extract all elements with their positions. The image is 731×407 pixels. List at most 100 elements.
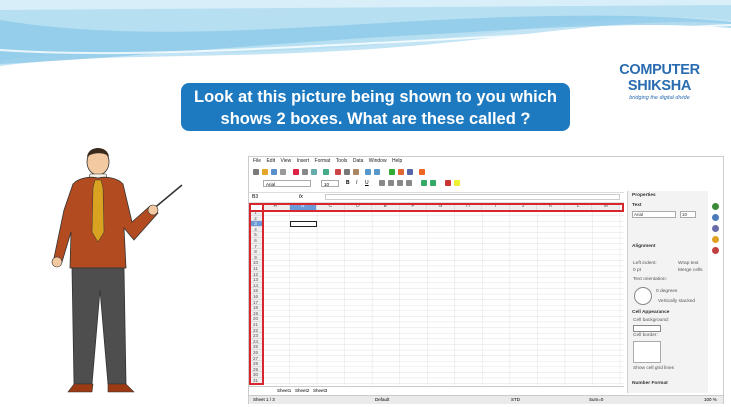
highlight-icon[interactable]: [454, 180, 460, 186]
font-size-select[interactable]: 10: [321, 180, 339, 187]
menu-insert[interactable]: Insert: [297, 158, 310, 164]
font-color-icon[interactable]: [445, 180, 451, 186]
font-name-select[interactable]: Arial: [263, 180, 311, 187]
question-box: Look at this picture being shown to you …: [181, 83, 570, 131]
new-icon[interactable]: [253, 169, 259, 175]
merge-cells-checkbox[interactable]: Merge cells: [678, 268, 703, 273]
presenter-illustration: [51, 148, 183, 393]
sidebar-deck-icons: [710, 201, 721, 258]
orientation-dial[interactable]: [634, 287, 652, 305]
status-bar: Sheet 1 / 3 Default STD Sum=0 100 %: [249, 395, 723, 404]
vertically-stacked-checkbox[interactable]: Vertically stacked: [658, 299, 695, 304]
functions-deck-icon[interactable]: [712, 247, 719, 254]
redo-icon[interactable]: [374, 169, 380, 175]
sheet-tab-1[interactable]: Sheet1: [277, 387, 291, 395]
logo-text: COMPUTER SHIKSHA: [619, 62, 700, 94]
properties-sidebar: Properties Text Arial 10 Alignment Left …: [627, 191, 708, 393]
sidebar-font-value: Arial: [634, 212, 644, 217]
menu-window[interactable]: Window: [369, 158, 387, 164]
menu-file[interactable]: File: [253, 158, 261, 164]
cell-grid[interactable]: A B C D E F G H I J K L M 1 2 3 4 5 6 7 8 9 10 11 12 13 14 15 16 17 18…: [249, 203, 624, 385]
name-box[interactable]: B3: [252, 193, 258, 202]
question-line-2: shows 2 boxes. What are these called ?: [220, 110, 531, 128]
active-cell[interactable]: [289, 221, 318, 227]
cell-background-label: Cell background:: [633, 318, 669, 323]
left-indent-label: Left indent:: [633, 261, 657, 266]
find-icon[interactable]: [407, 169, 413, 175]
sidebar-size-value: 10: [682, 212, 688, 217]
font-size-value: 10: [324, 182, 330, 187]
undo-icon[interactable]: [365, 169, 371, 175]
align-center-icon[interactable]: [388, 180, 394, 186]
function-wizard-icon[interactable]: fx: [299, 193, 303, 202]
email-icon[interactable]: [280, 169, 286, 175]
gallery-deck-icon[interactable]: [712, 225, 719, 232]
save-icon[interactable]: [271, 169, 277, 175]
paste-icon[interactable]: [353, 169, 359, 175]
menu-format[interactable]: Format: [315, 158, 331, 164]
justify-icon[interactable]: [406, 180, 412, 186]
italic-icon[interactable]: I: [356, 178, 357, 189]
status-style: Default: [375, 397, 390, 402]
text-section-header[interactable]: Text: [632, 203, 642, 208]
navigator-deck-icon[interactable]: [712, 236, 719, 243]
menu-edit[interactable]: Edit: [266, 158, 275, 164]
computer-shiksha-logo: COMPUTER SHIKSHA bridging the digital di…: [588, 62, 731, 101]
sidebar-size-select[interactable]: 10: [680, 211, 696, 218]
sheet-tab-2[interactable]: Sheet2: [295, 387, 309, 395]
sidebar-title: Properties: [632, 193, 656, 198]
percent-icon[interactable]: [430, 180, 436, 186]
grid-lines: [261, 209, 624, 385]
properties-deck-icon[interactable]: [712, 203, 719, 210]
status-sheet: Sheet 1 / 3: [253, 397, 275, 402]
help-icon[interactable]: [419, 169, 425, 175]
open-icon[interactable]: [262, 169, 268, 175]
cell-appearance-header[interactable]: Cell Appearance: [632, 310, 669, 315]
menu-bar: File Edit View Insert Format Tools Data …: [249, 157, 723, 166]
chart-icon[interactable]: [398, 169, 404, 175]
status-zoom[interactable]: 100 %: [704, 396, 717, 404]
text-orientation-label: Text orientation:: [633, 277, 667, 282]
number-format-header[interactable]: Number Format: [632, 381, 668, 386]
preview-icon[interactable]: [311, 169, 317, 175]
status-std: STD: [511, 397, 520, 402]
cut-icon[interactable]: [335, 169, 341, 175]
cell-border-select[interactable]: [633, 341, 661, 363]
question-line-1: Look at this picture being shown to you …: [193, 88, 557, 106]
font-name-value: Arial: [266, 182, 276, 187]
cell-background-select[interactable]: [633, 325, 661, 332]
formula-bar: B3 fx: [249, 192, 624, 203]
column-headers-highlight-box: [249, 203, 624, 212]
wrap-text-checkbox[interactable]: Wrap text: [678, 261, 698, 266]
status-sum: Sum=0: [589, 397, 604, 402]
row-headers-highlight-box: [249, 203, 264, 385]
menu-data[interactable]: Data: [353, 158, 364, 164]
cell-border-label: Cell border:: [633, 333, 658, 338]
standard-toolbar: [249, 167, 624, 178]
degrees-select[interactable]: 0 degrees: [656, 289, 677, 294]
alignment-section-header[interactable]: Alignment: [632, 244, 655, 249]
underline-icon[interactable]: U: [365, 178, 369, 189]
spellcheck-icon[interactable]: [323, 169, 329, 175]
align-left-icon[interactable]: [379, 180, 385, 186]
pdf-icon[interactable]: [293, 169, 299, 175]
copy-icon[interactable]: [344, 169, 350, 175]
align-right-icon[interactable]: [397, 180, 403, 186]
bold-icon[interactable]: B: [346, 178, 350, 189]
menu-tools[interactable]: Tools: [336, 158, 348, 164]
logo-tagline: bridging the digital divide: [629, 95, 690, 101]
styles-deck-icon[interactable]: [712, 214, 719, 221]
left-indent-value[interactable]: 0 pt: [633, 268, 641, 273]
show-grid-checkbox[interactable]: Show cell grid lines: [633, 366, 674, 371]
sort-icon[interactable]: [389, 169, 395, 175]
menu-view[interactable]: View: [280, 158, 291, 164]
menu-help[interactable]: Help: [392, 158, 402, 164]
print-icon[interactable]: [302, 169, 308, 175]
formula-input[interactable]: [325, 194, 620, 200]
sheet-tab-3[interactable]: Sheet3: [313, 387, 327, 395]
spreadsheet-window: File Edit View Insert Format Tools Data …: [248, 156, 724, 404]
sheet-tab-bar: Sheet1 Sheet2 Sheet3: [249, 386, 624, 395]
formatting-toolbar: Arial 10 B I U: [249, 178, 624, 189]
currency-icon[interactable]: [421, 180, 427, 186]
sidebar-font-select[interactable]: Arial: [632, 211, 676, 218]
